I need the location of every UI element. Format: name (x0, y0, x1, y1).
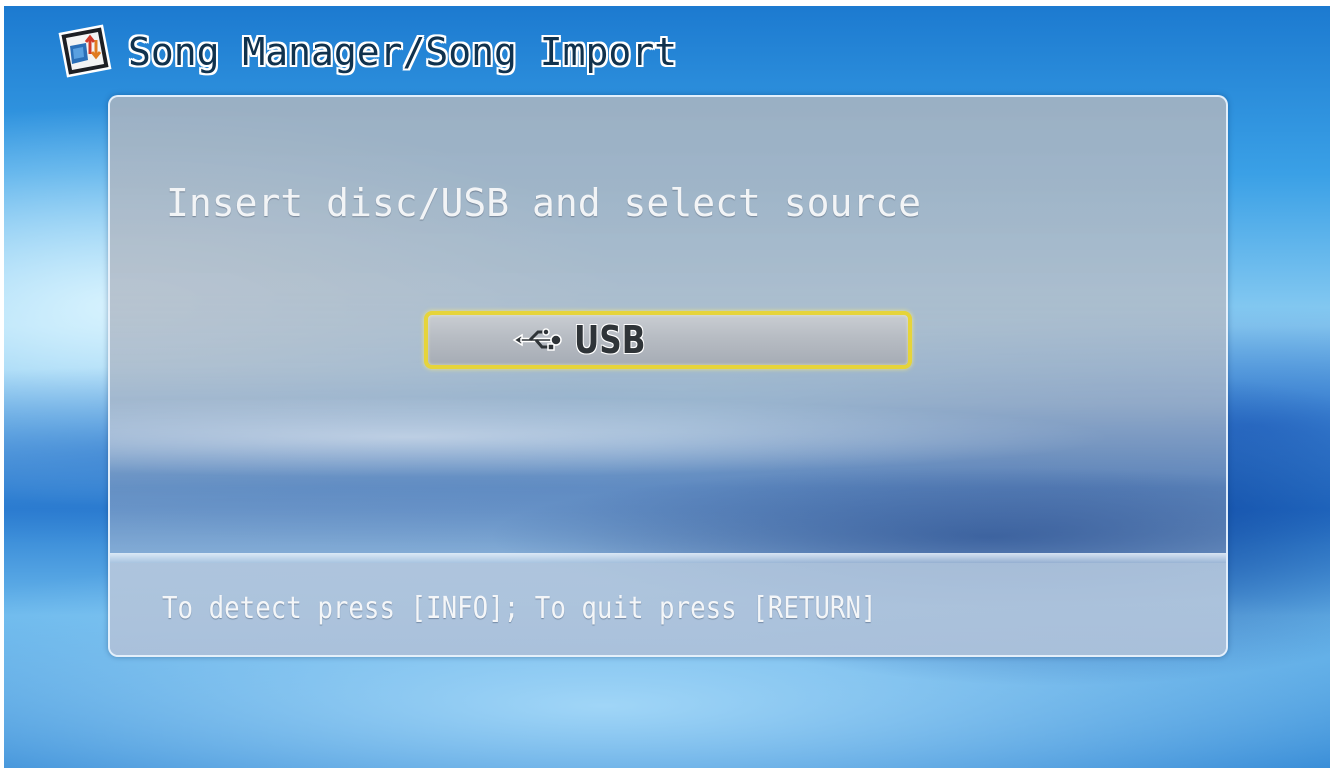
hint-bar: To detect press [INFO]; To quit press [R… (110, 563, 1226, 655)
dialog-prompt: Insert disc/USB and select source (166, 181, 921, 225)
tv-screen: Song Manager/Song Import Insert disc/USB… (4, 6, 1330, 768)
title-bar: Song Manager/Song Import (56, 22, 677, 82)
usb-source-label: USB (574, 318, 646, 362)
source-select-dialog: Insert disc/USB and select source USB To… (108, 95, 1228, 657)
usb-icon (512, 327, 564, 353)
song-manager-icon (56, 24, 114, 80)
page-title: Song Manager/Song Import (128, 30, 678, 74)
key-hint-text: To detect press [INFO]; To quit press [R… (162, 591, 877, 626)
usb-source-button[interactable]: USB (424, 311, 912, 369)
footer-divider (110, 553, 1226, 563)
